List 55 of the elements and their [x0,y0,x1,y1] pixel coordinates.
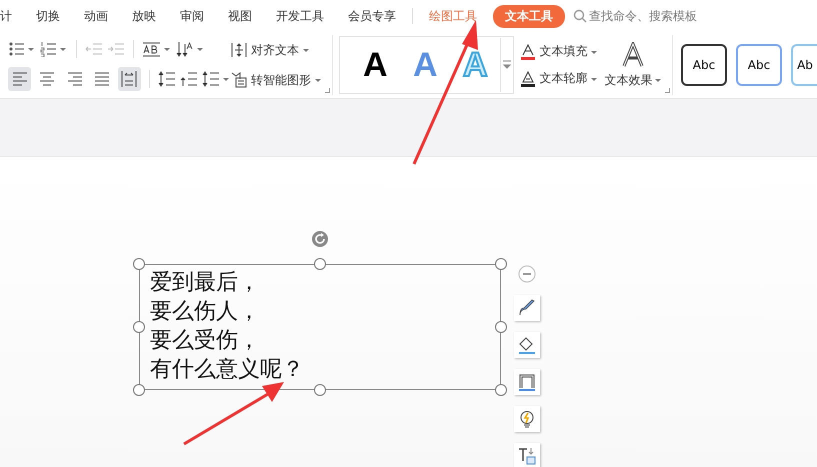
resize-handle[interactable] [495,384,507,396]
menu-tab[interactable]: 视图 [216,8,264,24]
menu-tab[interactable]: 审阅 [168,8,216,24]
resize-handle[interactable] [495,258,507,270]
rotate-handle-icon[interactable] [311,230,329,248]
align-text-button[interactable]: 对齐文本 [230,41,328,59]
caret-icon[interactable] [302,46,310,54]
brush-icon[interactable] [514,295,540,321]
align-left-icon[interactable] [8,66,32,90]
bullet-list-icon[interactable] [8,40,36,56]
menu-tab[interactable]: 计 [0,8,24,24]
line-spacing-up-icon[interactable] [158,70,176,88]
text-line: 要么受伤， [150,327,260,355]
line-spacing-down-icon[interactable] [180,70,198,88]
lightbulb-icon[interactable] [514,406,540,432]
resize-handle[interactable] [133,384,145,396]
smart-shape-button[interactable]: 转智能图形 [230,71,328,89]
align-distributed-icon[interactable] [118,66,142,90]
sort-text-icon[interactable] [176,40,204,56]
menu-tab[interactable]: 会员专享 [336,8,408,24]
collapse-icon[interactable] [517,264,537,284]
search-icon[interactable] [573,9,587,23]
menu-tab[interactable]: 切换 [24,8,72,24]
menu-tab[interactable]: 动画 [72,8,120,24]
shape-style-option[interactable]: Ab [791,44,817,86]
align-text-icon[interactable] [230,41,248,59]
menu-tab[interactable]: 开发工具 [264,8,336,24]
text-outline-button[interactable]: 文本轮廓 [520,70,598,87]
text-convert-icon[interactable] [514,443,540,467]
text-outline-icon[interactable] [520,70,536,86]
outline-frame-icon[interactable] [514,369,540,395]
resize-handle[interactable] [133,258,145,270]
text-effect-button[interactable]: 文本效果 [604,42,662,88]
character-spacing-icon[interactable] [142,40,172,56]
caret-icon[interactable] [654,76,662,84]
resize-handle[interactable] [314,258,326,270]
text-line: 有什么意义呢？ [150,356,304,384]
fill-bucket-icon[interactable] [514,332,540,358]
line-spacing-icon[interactable] [202,70,230,88]
menu-tab[interactable]: 放映 [120,8,168,24]
text-effect-icon[interactable] [621,42,646,68]
text-fill-button[interactable]: 文本填充 [520,43,598,60]
text-line: 爱到最后， [150,269,260,297]
resize-handle[interactable] [133,321,145,333]
resize-handle[interactable] [314,384,326,396]
gallery-expand-icon[interactable] [500,38,514,92]
text-line: 要么伤人， [150,298,260,326]
numbered-list-icon[interactable] [40,40,68,56]
text-style-option[interactable]: A [350,46,400,84]
shape-style-option[interactable]: Abc [736,44,782,86]
text-fill-icon[interactable] [520,44,536,60]
resize-handle[interactable] [495,321,507,333]
smart-shape-icon[interactable] [230,71,248,89]
caret-icon[interactable] [314,76,322,84]
shape-style-option[interactable]: Abc [681,44,727,86]
